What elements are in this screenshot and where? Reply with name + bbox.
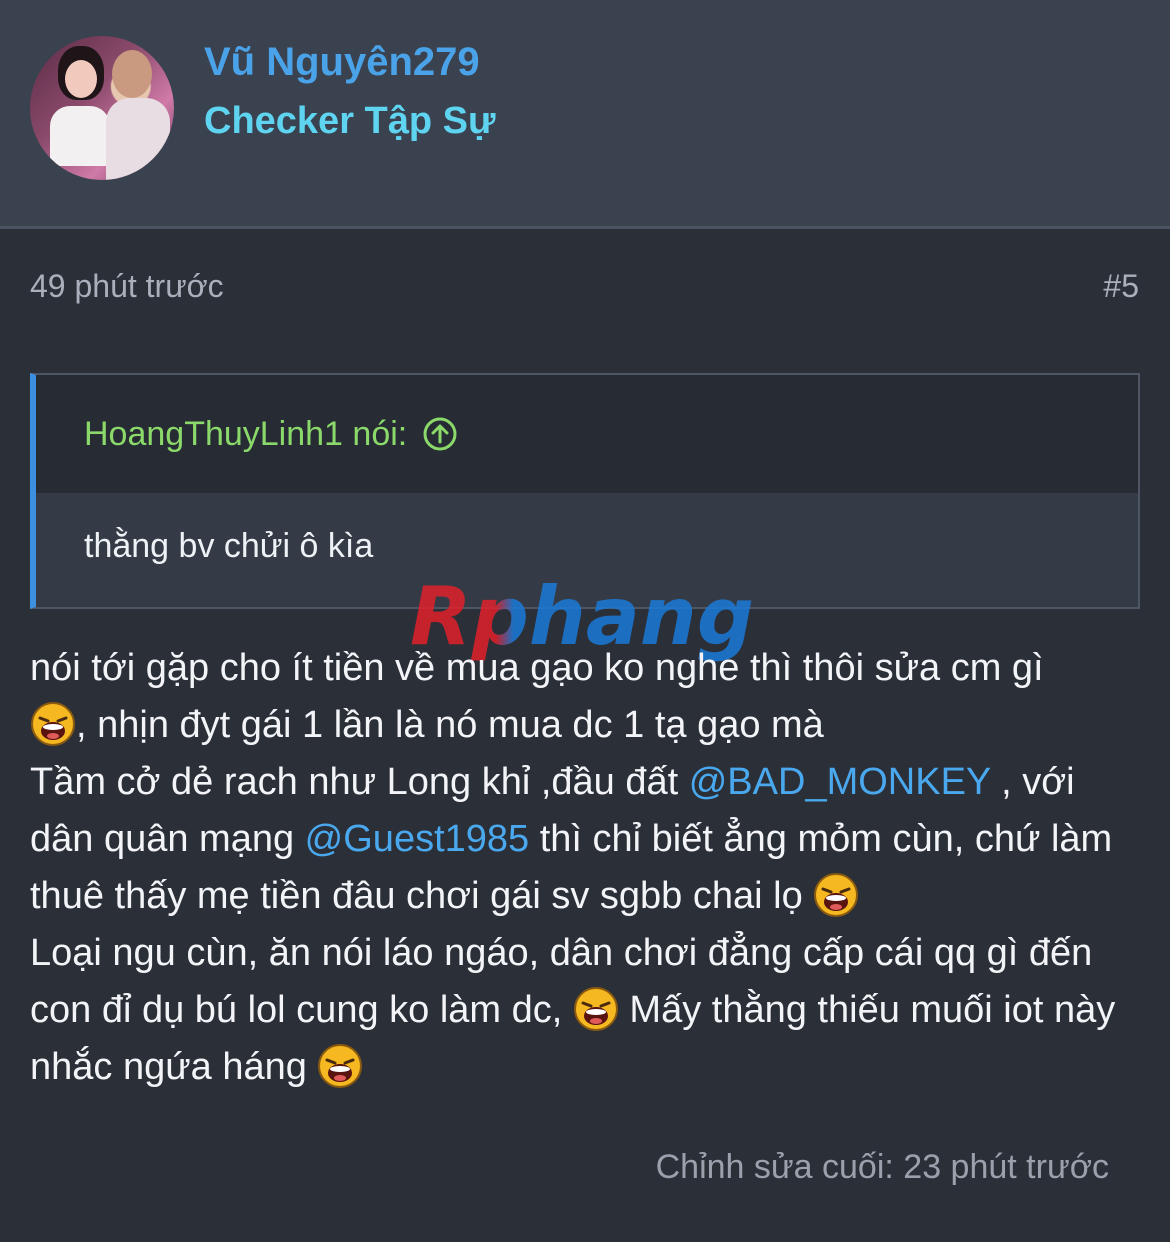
post-header: Vũ Nguyên279 Checker Tập Sự bbox=[0, 0, 1170, 229]
user-title: Checker Tập Sự bbox=[204, 100, 496, 142]
edited-note: Chỉnh sửa cuối: 23 phút trước bbox=[655, 1148, 1109, 1186]
quote-text: thằng bv chửi ô kìa bbox=[84, 527, 374, 565]
laughing-emoji-icon bbox=[573, 986, 619, 1032]
quote-header[interactable]: HoangThuyLinh1 nói: bbox=[36, 375, 1138, 493]
laughing-emoji-icon bbox=[813, 872, 859, 918]
quote-author[interactable]: HoangThuyLinh1 nói: bbox=[84, 415, 407, 454]
arrow-up-circle-icon[interactable] bbox=[423, 417, 457, 451]
laughing-emoji-icon bbox=[317, 1043, 363, 1089]
post-content: nói tới gặp cho ít tiền về mua gạo ko ng… bbox=[30, 640, 1148, 1096]
laughing-emoji-icon bbox=[30, 701, 76, 747]
content-text: , nhịn đyt gái 1 lần là nó mua dc 1 tạ g… bbox=[76, 704, 824, 746]
username[interactable]: Vũ Nguyên279 bbox=[204, 40, 480, 85]
mention-link[interactable]: @Guest1985 bbox=[305, 818, 530, 860]
content-text: Tầm cở dẻ rach như Long khỉ ,đầu đất bbox=[30, 761, 689, 803]
mention-link[interactable]: @BAD_MONKEY bbox=[689, 761, 991, 803]
post-time[interactable]: 49 phút trước bbox=[30, 268, 224, 305]
avatar[interactable] bbox=[30, 36, 174, 180]
post-number[interactable]: #5 bbox=[1103, 268, 1139, 305]
content-text: nói tới gặp cho ít tiền về mua gạo ko ng… bbox=[30, 647, 1044, 689]
